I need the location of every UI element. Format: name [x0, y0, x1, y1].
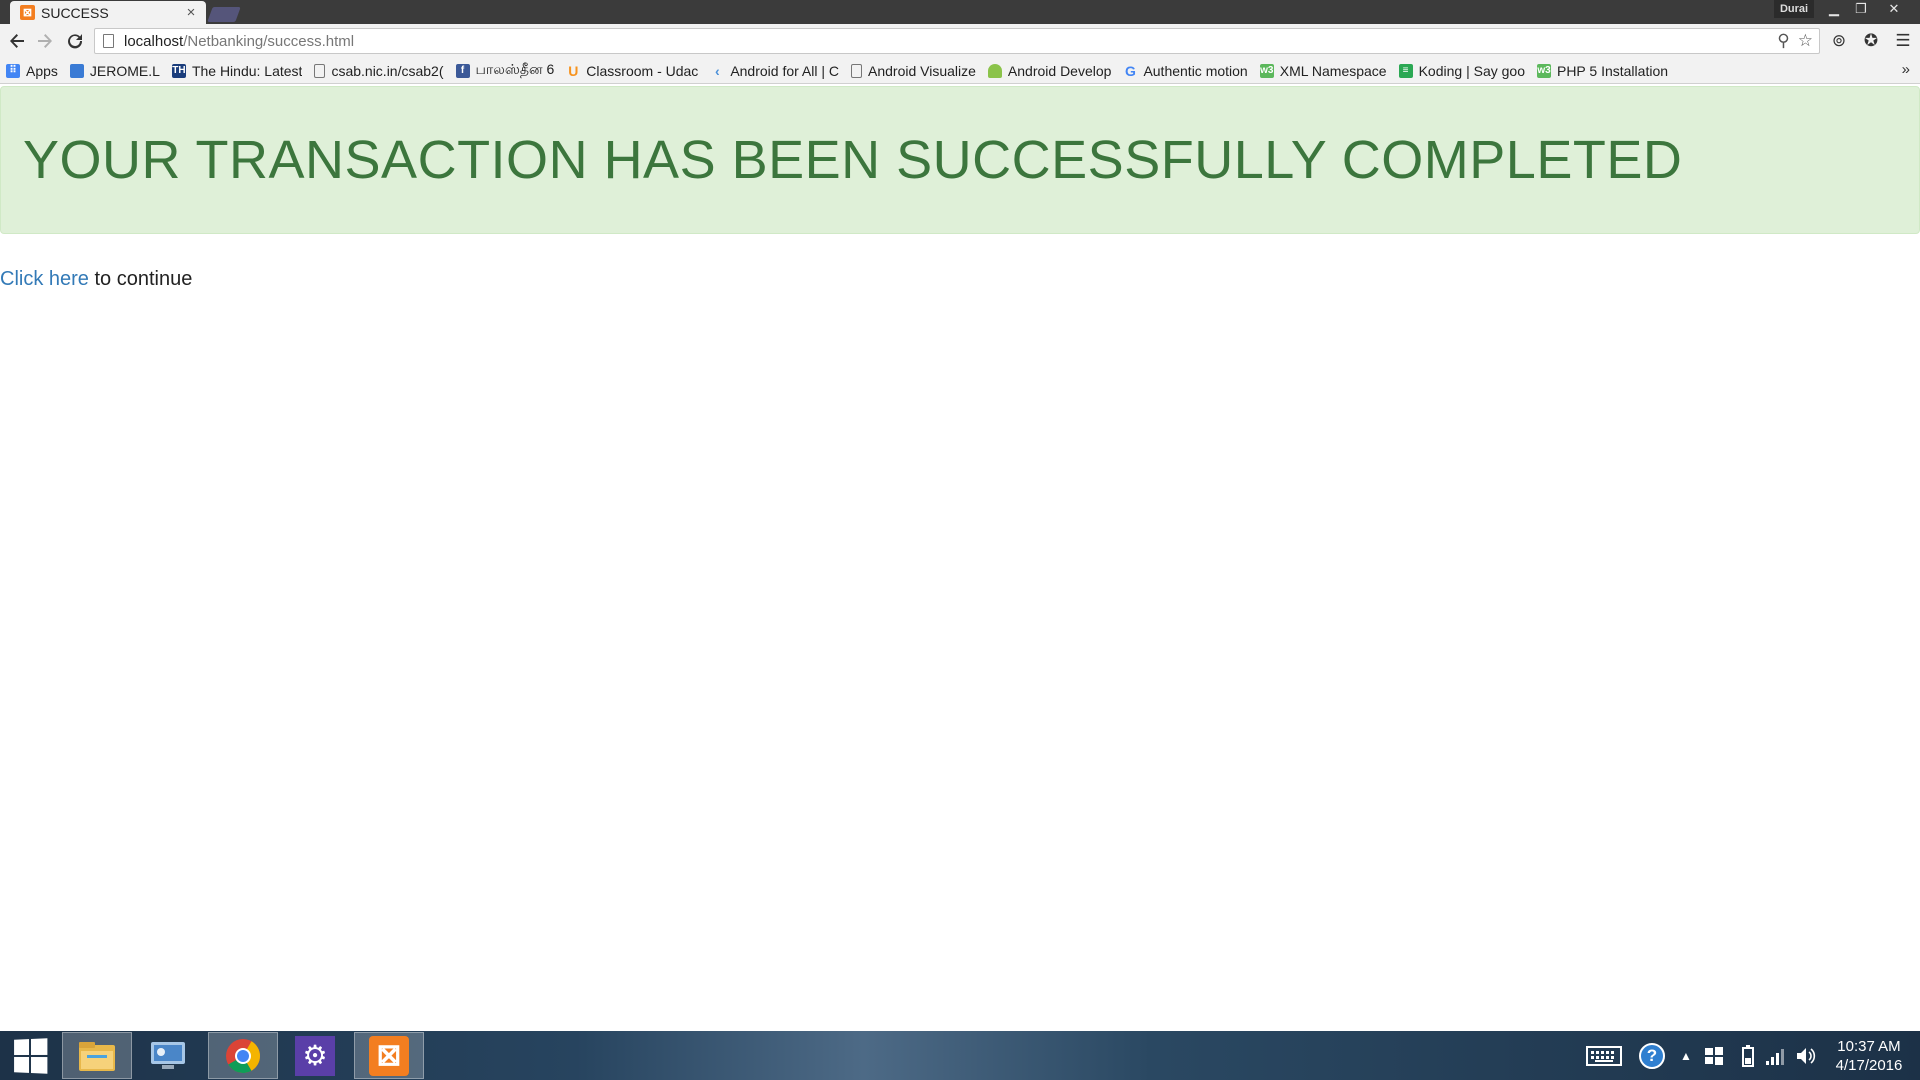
reload-icon[interactable] — [62, 28, 88, 54]
desktop-screen: ⊠ SUCCESS × Durai ▁ ❐ ✕ localhost/Netban… — [0, 0, 1920, 1080]
file-explorer-button[interactable] — [62, 1032, 132, 1079]
show-hidden-icons-icon[interactable]: ▲ — [1676, 1031, 1696, 1080]
bookmark-label: JEROME.L — [89, 62, 160, 79]
bookmark-label: Authentic motion — [1143, 62, 1248, 79]
forward-icon[interactable] — [32, 28, 58, 54]
restore-icon[interactable]: ❐ — [1847, 0, 1875, 18]
bookmark-label: Android Develop — [1007, 62, 1112, 79]
profile-button[interactable]: Durai — [1774, 0, 1814, 18]
windows-logo-icon — [14, 1037, 48, 1074]
bookmark-item[interactable]: csab.nic.in/csab2( — [314, 60, 444, 82]
facebook-icon: f — [455, 63, 470, 78]
bookmark-label: The Hindu: Latest — [191, 62, 303, 79]
file-explorer-icon — [79, 1041, 115, 1071]
zoom-icon[interactable]: ⚲ — [1777, 31, 1789, 51]
bookmark-item[interactable]: f பாலஸ்தீன 6 — [455, 60, 555, 82]
koding-icon: ≡ — [1398, 63, 1413, 78]
bookmark-label: பாலஸ்தீன 6 — [475, 61, 555, 77]
start-button[interactable] — [0, 1031, 60, 1080]
browser-titlebar: ⊠ SUCCESS × Durai ▁ ❐ ✕ — [0, 0, 1920, 24]
help-icon[interactable]: ? — [1636, 1031, 1668, 1080]
system-clock[interactable]: 10:37 AM 4/17/2016 — [1822, 1037, 1916, 1075]
page-icon — [314, 63, 326, 78]
w3schools-icon: w3 — [1536, 63, 1551, 78]
w3schools-icon: w3 — [1259, 63, 1274, 78]
calendar-icon — [69, 63, 84, 78]
bookmark-item[interactable]: ⠿ Apps — [6, 60, 58, 82]
bookmark-label: PHP 5 Installation — [1556, 62, 1669, 79]
clock-time: 10:37 AM — [1837, 1038, 1901, 1055]
bookmark-item[interactable]: JEROME.L — [69, 60, 160, 82]
url-host: localhost — [124, 32, 184, 50]
success-heading: YOUR TRANSACTION HAS BEEN SUCCESSFULLY C… — [23, 130, 1683, 190]
computer-management-button[interactable] — [133, 1032, 203, 1079]
close-window-icon[interactable]: ✕ — [1880, 0, 1908, 18]
volume-icon[interactable] — [1792, 1031, 1820, 1080]
menu-icon[interactable]: ☰ — [1890, 28, 1916, 54]
google-icon: G — [1124, 62, 1136, 79]
bookmarks-overflow-icon[interactable]: » — [1902, 61, 1910, 78]
bookmarks-bar: ⠿ Apps JEROME.L TH The Hindu: Latest csab.… — [0, 58, 1920, 84]
android-for-all-icon: ‹ — [714, 62, 720, 79]
continue-line: Click here to continue — [0, 268, 192, 291]
xampp-favicon-icon: ⊠ — [20, 5, 35, 20]
bookmark-label: Android for All | C — [730, 62, 839, 79]
chrome-button[interactable] — [208, 1032, 278, 1079]
taskbar: ⚙ ⊠ ? ▲ 10:37 AM 4/17/2016 — [0, 1031, 1920, 1080]
continue-text: to continue — [88, 268, 193, 290]
address-bar[interactable]: localhost/Netbanking/success.html ⚲ ☆ — [94, 28, 1820, 54]
android-icon — [987, 63, 1002, 78]
success-alert: YOUR TRANSACTION HAS BEEN SUCCESSFULLY C… — [0, 86, 1920, 234]
page-icon — [851, 63, 862, 78]
settings-button[interactable]: ⚙ — [280, 1032, 350, 1079]
bookmark-label: Android Visualize — [868, 62, 976, 79]
clock-date: 4/17/2016 — [1835, 1057, 1903, 1074]
url-path: /Netbanking/success.html — [183, 32, 355, 50]
page-info-icon[interactable] — [103, 34, 114, 48]
xampp-button[interactable]: ⊠ — [354, 1032, 424, 1079]
apps-grid-icon: ⠿ — [6, 63, 20, 78]
bookmark-label: csab.nic.in/csab2( — [331, 62, 444, 79]
page-content: YOUR TRANSACTION HAS BEEN SUCCESSFULLY C… — [0, 84, 1920, 1031]
udacity-icon: U — [568, 62, 579, 79]
continue-link[interactable]: Click here — [0, 268, 89, 290]
extension-icon[interactable]: ⊚ — [1826, 28, 1852, 54]
action-center-flag-icon[interactable] — [1700, 1031, 1728, 1080]
bookmark-item[interactable]: w3 PHP 5 Installation — [1536, 60, 1669, 82]
bookmark-star-icon[interactable]: ☆ — [1798, 31, 1813, 51]
xampp-icon: ⊠ — [369, 1035, 409, 1076]
minimize-icon[interactable]: ▁ — [1820, 0, 1848, 18]
keyboard-icon[interactable] — [1584, 1031, 1624, 1080]
bookmark-item[interactable]: Android Visualize — [851, 60, 976, 82]
bookmark-label: Classroom - Udac — [586, 62, 699, 79]
settings-gear-icon: ⚙ — [295, 1035, 335, 1076]
battery-icon[interactable] — [1736, 1031, 1760, 1080]
bookmark-label: XML Namespace — [1279, 62, 1387, 79]
bookmark-label: Apps — [26, 62, 58, 79]
bookmark-item[interactable]: ≡ Koding | Say goo — [1398, 60, 1525, 82]
bookmark-label: Koding | Say goo — [1418, 62, 1525, 79]
bookmark-item[interactable]: G Authentic motion — [1123, 60, 1248, 82]
bookmark-item[interactable]: U Classroom - Udac — [566, 60, 698, 82]
bookmark-item[interactable]: w3 XML Namespace — [1259, 60, 1387, 82]
bookmark-item[interactable]: ‹ Android for All | C — [710, 60, 839, 82]
network-signal-icon[interactable] — [1762, 1031, 1788, 1080]
bookmark-item[interactable]: TH The Hindu: Latest — [171, 60, 303, 82]
computer-management-icon — [151, 1041, 185, 1069]
browser-toolbar: localhost/Netbanking/success.html ⚲ ☆ ⊚ … — [0, 24, 1920, 58]
chrome-icon — [226, 1038, 260, 1073]
browser-tab[interactable]: ⊠ SUCCESS × — [10, 1, 206, 24]
the-hindu-icon: TH — [171, 63, 186, 78]
tab-title: SUCCESS — [41, 4, 109, 21]
extension-icon-2[interactable]: ✪ — [1858, 28, 1884, 54]
tab-close-icon[interactable]: × — [184, 4, 198, 21]
back-icon[interactable] — [4, 28, 30, 54]
new-tab-button[interactable] — [207, 7, 241, 22]
bookmark-item[interactable]: Android Develop — [987, 60, 1112, 82]
